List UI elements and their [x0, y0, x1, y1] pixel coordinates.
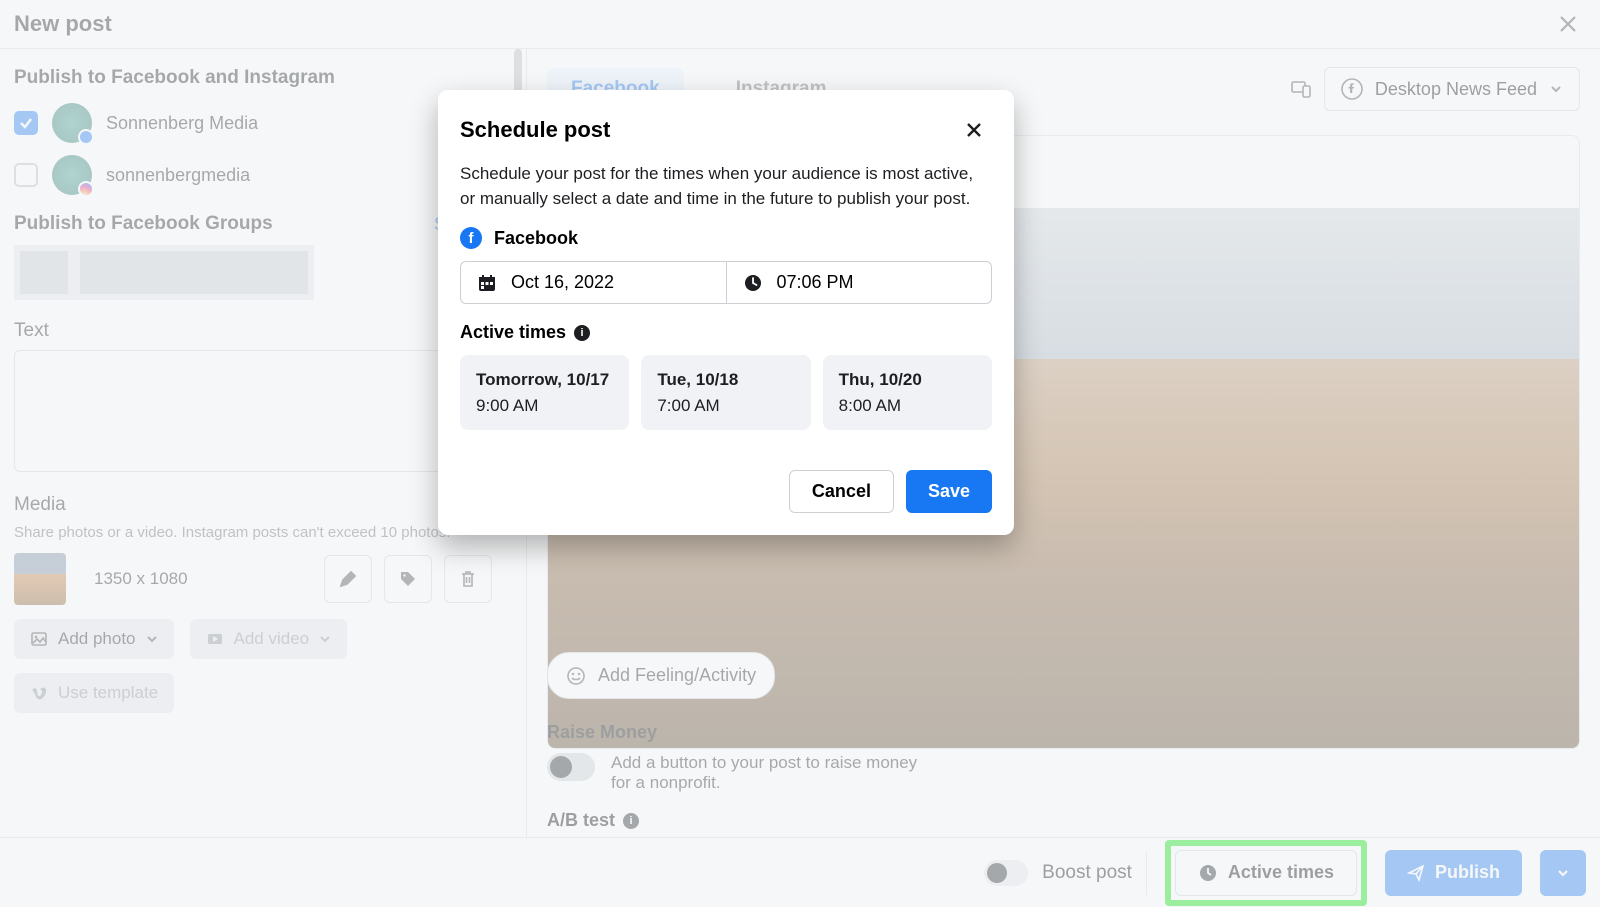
calendar-icon [477, 273, 497, 293]
clock-icon [743, 273, 763, 293]
schedule-post-modal: Schedule post Schedule your post for the… [438, 90, 1014, 535]
save-button[interactable]: Save [906, 470, 992, 513]
cancel-button[interactable]: Cancel [789, 470, 894, 513]
modal-title: Schedule post [460, 117, 610, 143]
modal-close-button[interactable] [956, 112, 992, 148]
time-slot-1[interactable]: Tue, 10/18 7:00 AM [641, 355, 810, 430]
time-slot-2[interactable]: Thu, 10/20 8:00 AM [823, 355, 992, 430]
facebook-circle-icon: f [460, 227, 482, 249]
active-times-label: Active times i [460, 322, 992, 343]
schedule-time-input[interactable]: 07:06 PM [726, 262, 992, 303]
modal-description: Schedule your post for the times when yo… [460, 162, 992, 211]
close-icon [964, 120, 984, 140]
time-slot-0[interactable]: Tomorrow, 10/17 9:00 AM [460, 355, 629, 430]
schedule-date-input[interactable]: Oct 16, 2022 [461, 262, 726, 303]
platform-row: f Facebook [460, 227, 992, 249]
info-icon[interactable]: i [574, 325, 590, 341]
